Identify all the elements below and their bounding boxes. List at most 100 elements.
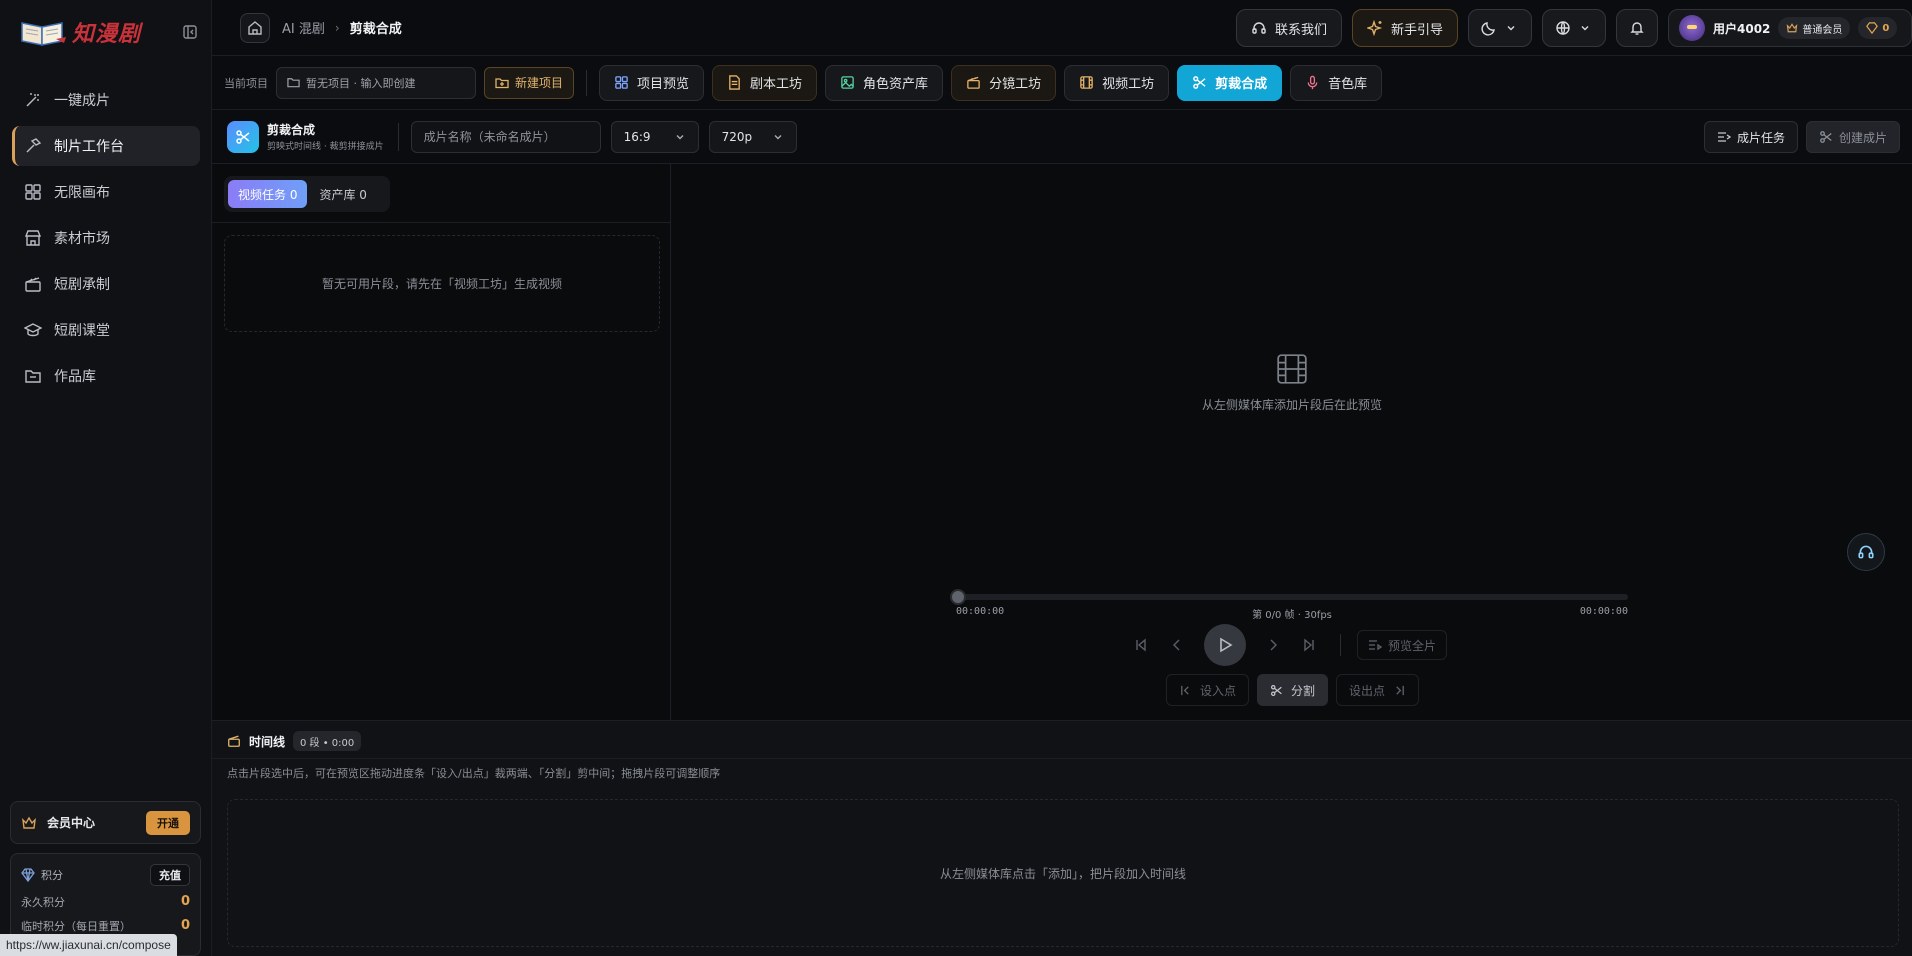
folder-open-icon	[287, 76, 300, 89]
set-in-point-button[interactable]: 设入点	[1166, 674, 1250, 706]
sidebar-collapse-icon[interactable]	[180, 22, 200, 42]
timeline-panel: 时间线 0 段 • 0:00 点击片段选中后，可在预览区拖动进度条「设入/出点」…	[212, 720, 1912, 956]
create-output-button[interactable]: 创建成片	[1805, 121, 1900, 153]
member-tier-badge: 普通会员	[1778, 17, 1851, 39]
tab-script-workshop[interactable]: 剧本工坊	[712, 64, 818, 101]
editor-subtitle: 剪映式时间线 · 裁剪拼接成片	[267, 142, 384, 152]
sidebar-item-label: 短剧课堂	[54, 323, 110, 339]
output-tasks-button[interactable]: 成片任务	[1703, 121, 1798, 153]
scissors-icon	[227, 121, 259, 153]
moon-icon	[1481, 20, 1497, 36]
sidebar-item-production[interactable]: 短剧承制	[12, 264, 200, 304]
breadcrumb: AI 混剧 › 剪裁合成	[282, 18, 402, 38]
create-output-label: 创建成片	[1838, 130, 1887, 145]
member-tier-label: 普通会员	[1802, 24, 1843, 36]
sparkle-icon	[1366, 20, 1383, 36]
sidebar-item-market[interactable]: 素材市场	[12, 218, 200, 258]
play-icon[interactable]	[1204, 624, 1246, 666]
preview-all-button[interactable]: 预览全片	[1357, 630, 1448, 660]
resolution-select[interactable]: 720p	[708, 120, 797, 153]
resolution-value: 720p	[721, 129, 753, 144]
timeline-hint: 点击片段选中后，可在预览区拖动进度条「设入/出点」裁两端、「分割」剪中间；拖拽片…	[227, 767, 721, 780]
contact-us-label: 联系我们	[1274, 22, 1327, 38]
set-out-point-button[interactable]: 设出点	[1336, 674, 1420, 706]
playback-scrubber[interactable]	[950, 589, 1628, 605]
skip-to-start-icon[interactable]	[1126, 630, 1156, 660]
output-name-input[interactable]	[410, 120, 601, 153]
out-point-icon	[1393, 684, 1406, 697]
output-tasks-label: 成片任务	[1736, 130, 1785, 145]
support-headset-icon[interactable]	[1847, 533, 1885, 571]
chevron-down-icon	[1503, 20, 1519, 36]
notifications-button[interactable]	[1616, 9, 1658, 47]
guide-button[interactable]: 新手引导	[1351, 9, 1458, 47]
divider	[586, 69, 588, 96]
sidebar-item-class[interactable]: 短剧课堂	[12, 310, 200, 350]
status-bar-url: https://ww.jiaxunai.cn/compose	[0, 934, 177, 956]
sidebar-item-works[interactable]: 作品库	[12, 356, 200, 396]
brand-name: 知漫剧	[72, 21, 142, 47]
diamond-icon	[21, 868, 35, 882]
frame-info: 第 0/0 帧 · 30fps	[1252, 610, 1332, 621]
list-arrow-icon	[1717, 130, 1731, 144]
tab-video-tasks[interactable]: 视频任务 0	[228, 180, 308, 208]
list-play-icon	[1368, 638, 1382, 652]
folder-plus-icon	[495, 76, 509, 90]
tab-storyboard-workshop[interactable]: 分镜工坊	[951, 64, 1057, 101]
image-icon	[840, 75, 855, 90]
contact-us-button[interactable]: 联系我们	[1235, 9, 1342, 47]
home-icon[interactable]	[240, 12, 270, 43]
tab-label: 项目预览	[637, 77, 690, 92]
tab-asset-library[interactable]: 资产库 0	[309, 180, 376, 208]
sidebar-item-one-click[interactable]: 一键成片	[12, 80, 200, 120]
timeline-drop-zone[interactable]: 从左侧媒体库点击「添加」，把片段加入时间线	[227, 799, 1899, 947]
timeline-count-badge: 0 段 • 0:00	[293, 731, 362, 751]
tab-project-preview[interactable]: 项目预览	[599, 64, 705, 101]
language-select[interactable]	[1542, 9, 1606, 47]
preview-panel: 从左侧媒体库添加片段后在此预览 00:00:00 第 0/0 帧 · 30fps…	[672, 164, 1912, 720]
sidebar: 知漫剧 一键成片 制片工作台 无限画布 素材市场 短剧承制 短剧课堂 作品库 会…	[0, 0, 212, 956]
sidebar-item-workbench[interactable]: 制片工作台	[12, 126, 200, 166]
points-row-value: 0	[180, 918, 190, 933]
tab-voice-library[interactable]: 音色库	[1290, 64, 1383, 101]
split-button[interactable]: 分割	[1257, 674, 1329, 706]
in-point-icon	[1179, 684, 1192, 697]
set-in-point-label: 设入点	[1200, 683, 1237, 698]
points-row-temporary: 临时积分（每日重置） 0	[21, 918, 190, 934]
aspect-ratio-value: 16:9	[623, 129, 651, 144]
breadcrumb-root[interactable]: AI 混剧	[282, 18, 325, 37]
aspect-ratio-select[interactable]: 16:9	[610, 120, 699, 153]
points-row-label: 永久积分	[21, 896, 65, 909]
tab-label: 分镜工坊	[989, 77, 1042, 92]
sidebar-nav: 一键成片 制片工作台 无限画布 素材市场 短剧承制 短剧课堂 作品库	[12, 80, 200, 402]
previous-frame-icon[interactable]	[1162, 630, 1192, 660]
skip-to-end-icon[interactable]	[1294, 630, 1324, 660]
chevron-down-icon	[674, 131, 686, 143]
preview-empty-text: 从左侧媒体库添加片段后在此预览	[1201, 398, 1382, 412]
brand-logo[interactable]: 知漫剧	[20, 14, 160, 50]
editor-title: 剪裁合成	[267, 123, 316, 137]
preview-all-label: 预览全片	[1388, 638, 1437, 653]
points-row-value: 0	[180, 894, 190, 909]
open-membership-button[interactable]: 开通	[146, 810, 190, 835]
breadcrumb-current: 剪裁合成	[349, 22, 402, 37]
project-bar: 当前项目 暂无项目 · 输入即创建 新建项目 项目预览 剧本工坊 角色资产库 分…	[212, 56, 1912, 110]
sidebar-item-canvas[interactable]: 无限画布	[12, 172, 200, 212]
tab-character-assets[interactable]: 角色资产库	[825, 64, 944, 101]
tab-compose[interactable]: 剪裁合成	[1177, 64, 1283, 101]
chevron-down-icon	[772, 131, 784, 143]
media-panel: 视频任务 0 资产库 0 暂无可用片段，请先在「视频工坊」生成视频	[212, 164, 671, 720]
scrubber-handle[interactable]	[950, 589, 966, 605]
sidebar-item-label: 一键成片	[54, 93, 110, 109]
user-menu[interactable]: 用户4002 普通会员 0	[1668, 9, 1912, 47]
project-select[interactable]: 暂无项目 · 输入即创建	[276, 66, 476, 99]
tab-video-workshop[interactable]: 视频工坊	[1064, 64, 1170, 101]
avatar	[1679, 15, 1705, 41]
recharge-button[interactable]: 充值	[150, 864, 190, 886]
breadcrumb-separator: ›	[334, 20, 340, 35]
member-center-card[interactable]: 会员中心 开通	[10, 801, 201, 844]
new-project-button[interactable]: 新建项目	[484, 66, 575, 99]
theme-toggle[interactable]	[1468, 9, 1532, 47]
next-frame-icon[interactable]	[1258, 630, 1288, 660]
crown-icon	[21, 815, 37, 831]
